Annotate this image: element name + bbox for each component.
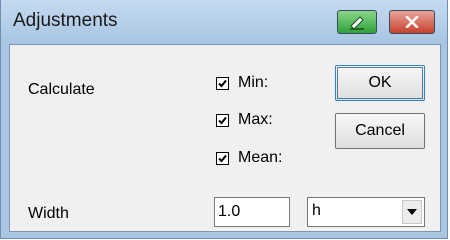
ok-button[interactable]: OK [335, 65, 425, 101]
unit-select-value: h [312, 202, 321, 219]
mean-label: Mean: [238, 149, 283, 166]
unit-select[interactable]: h [307, 197, 425, 227]
max-label: Max: [238, 111, 273, 128]
dropdown-arrow-button[interactable] [402, 200, 422, 224]
checkmark-icon [218, 79, 227, 87]
mean-checkbox-row[interactable]: Mean: [216, 149, 282, 167]
calculate-label: Calculate [28, 81, 95, 98]
dialog-content: Calculate Min: Max: Mean: OK Cancel Widt… [9, 44, 441, 232]
max-checkbox-row[interactable]: Max: [216, 111, 273, 129]
mean-checkbox[interactable] [216, 151, 229, 165]
window-title: Adjustments [13, 10, 118, 31]
min-checkbox-row[interactable]: Min: [216, 74, 268, 92]
min-label: Min: [238, 74, 269, 91]
pen-icon [350, 16, 364, 30]
min-checkbox[interactable] [216, 76, 229, 90]
width-label: Width [28, 205, 69, 222]
close-icon [405, 16, 419, 28]
pin-button[interactable] [337, 10, 377, 34]
cancel-button[interactable]: Cancel [335, 113, 425, 149]
close-button[interactable] [389, 10, 435, 34]
checkmark-icon [218, 154, 227, 162]
title-bar[interactable]: Adjustments [1, 0, 447, 44]
chevron-down-icon [407, 209, 417, 215]
width-input[interactable]: 1.0 [214, 197, 290, 227]
max-checkbox[interactable] [216, 113, 229, 127]
dialog-window: Adjustments Calculate Min: Max: Mean: OK… [0, 0, 448, 239]
checkmark-icon [218, 116, 227, 124]
